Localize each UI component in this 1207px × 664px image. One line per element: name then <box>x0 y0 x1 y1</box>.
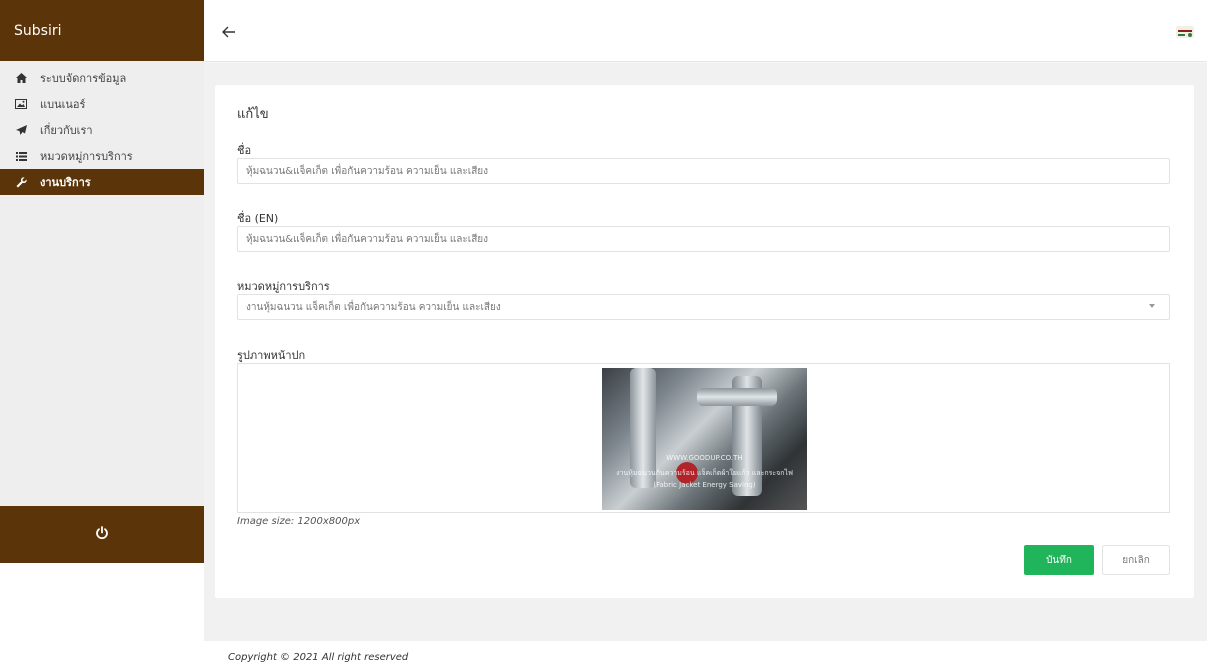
sidebar-item-banner[interactable]: แบนเนอร์ <box>0 91 204 117</box>
name-input-value: หุ้มฉนวน&แจ็คเก็ต เพื่อกันความร้อน ความเ… <box>246 165 489 177</box>
sidebar-item-about-us[interactable]: เกี่ยวกับเรา <box>0 117 204 143</box>
cover-image-label: รูปภาพหน้าปก <box>237 349 306 362</box>
home-icon <box>14 73 28 83</box>
category-label: หมวดหมู่การบริการ <box>237 280 330 293</box>
sidebar-item-data-management[interactable]: ระบบจัดการข้อมูล <box>0 65 204 91</box>
name-input[interactable]: หุ้มฉนวน&แจ็คเก็ต เพื่อกันความร้อน ความเ… <box>237 158 1170 184</box>
company-logo <box>1175 24 1195 40</box>
category-select-value: งานหุ้มฉนวน แจ็คเก็ต เพื่อกันความร้อน คว… <box>246 301 501 313</box>
brand-title: Subsiri <box>0 0 204 61</box>
sidebar-item-service-categories[interactable]: หมวดหมู่การบริการ <box>0 143 204 169</box>
footer-copyright: Copyright © 2021 All right reserved <box>228 652 409 663</box>
cover-image-upload[interactable]: WWW.GOODUP.CO.TH งานหุ้มฉนวนกันความร้อน … <box>237 363 1170 513</box>
edit-form-card: แก้ไข ชื่อ หุ้มฉนวน&แจ็คเก็ต เพื่อกันควา… <box>215 85 1194 598</box>
category-select[interactable]: งานหุ้มฉนวน แจ็คเก็ต เพื่อกันความร้อน คว… <box>237 294 1170 320</box>
name-label: ชื่อ <box>237 144 252 157</box>
sidebar-menu: ระบบจัดการข้อมูล แบนเนอร์ เกี่ยวกับเรา ห… <box>0 61 204 506</box>
sidebar-item-services[interactable]: งานบริการ <box>0 169 204 195</box>
sidebar-item-label: เกี่ยวกับเรา <box>40 124 93 137</box>
list-icon <box>14 151 28 161</box>
watermark-subtext: (Fabric Jacket Energy Saving) <box>653 481 756 489</box>
watermark-text: งานหุ้มฉนวนกันความร้อน แจ็คเก็ตผ้าใยแก้ว… <box>616 469 793 477</box>
wrench-icon <box>14 176 28 188</box>
cancel-button[interactable]: ยกเลิก <box>1102 545 1170 575</box>
name-en-label: ชื่อ (EN) <box>237 212 279 225</box>
save-button[interactable]: บันทึก <box>1024 545 1094 575</box>
image-size-hint: Image size: 1200x800px <box>237 516 361 527</box>
cover-image: WWW.GOODUP.CO.TH งานหุ้มฉนวนกันความร้อน … <box>602 368 807 510</box>
image-icon <box>14 99 28 109</box>
back-arrow-icon[interactable] <box>222 26 242 42</box>
sidebar: Subsiri ระบบจัดการข้อมูล แบนเนอร์ เกี่ยว… <box>0 0 204 664</box>
sidebar-item-label: หมวดหมู่การบริการ <box>40 150 133 163</box>
topbar <box>204 0 1207 62</box>
caret-down-icon <box>1149 304 1155 308</box>
watermark-site: WWW.GOODUP.CO.TH <box>666 454 743 462</box>
power-icon <box>95 526 109 543</box>
sidebar-item-label: งานบริการ <box>40 176 91 189</box>
sidebar-item-label: ระบบจัดการข้อมูล <box>40 72 127 85</box>
name-en-input[interactable]: หุ้มฉนวน&แจ็คเก็ต เพื่อกันความร้อน ความเ… <box>237 226 1170 252</box>
page-title: แก้ไข <box>237 107 269 122</box>
sidebar-item-label: แบนเนอร์ <box>40 98 86 111</box>
logout-button[interactable] <box>0 506 204 563</box>
paper-plane-icon <box>14 125 28 135</box>
name-en-input-value: หุ้มฉนวน&แจ็คเก็ต เพื่อกันความร้อน ความเ… <box>246 233 489 245</box>
